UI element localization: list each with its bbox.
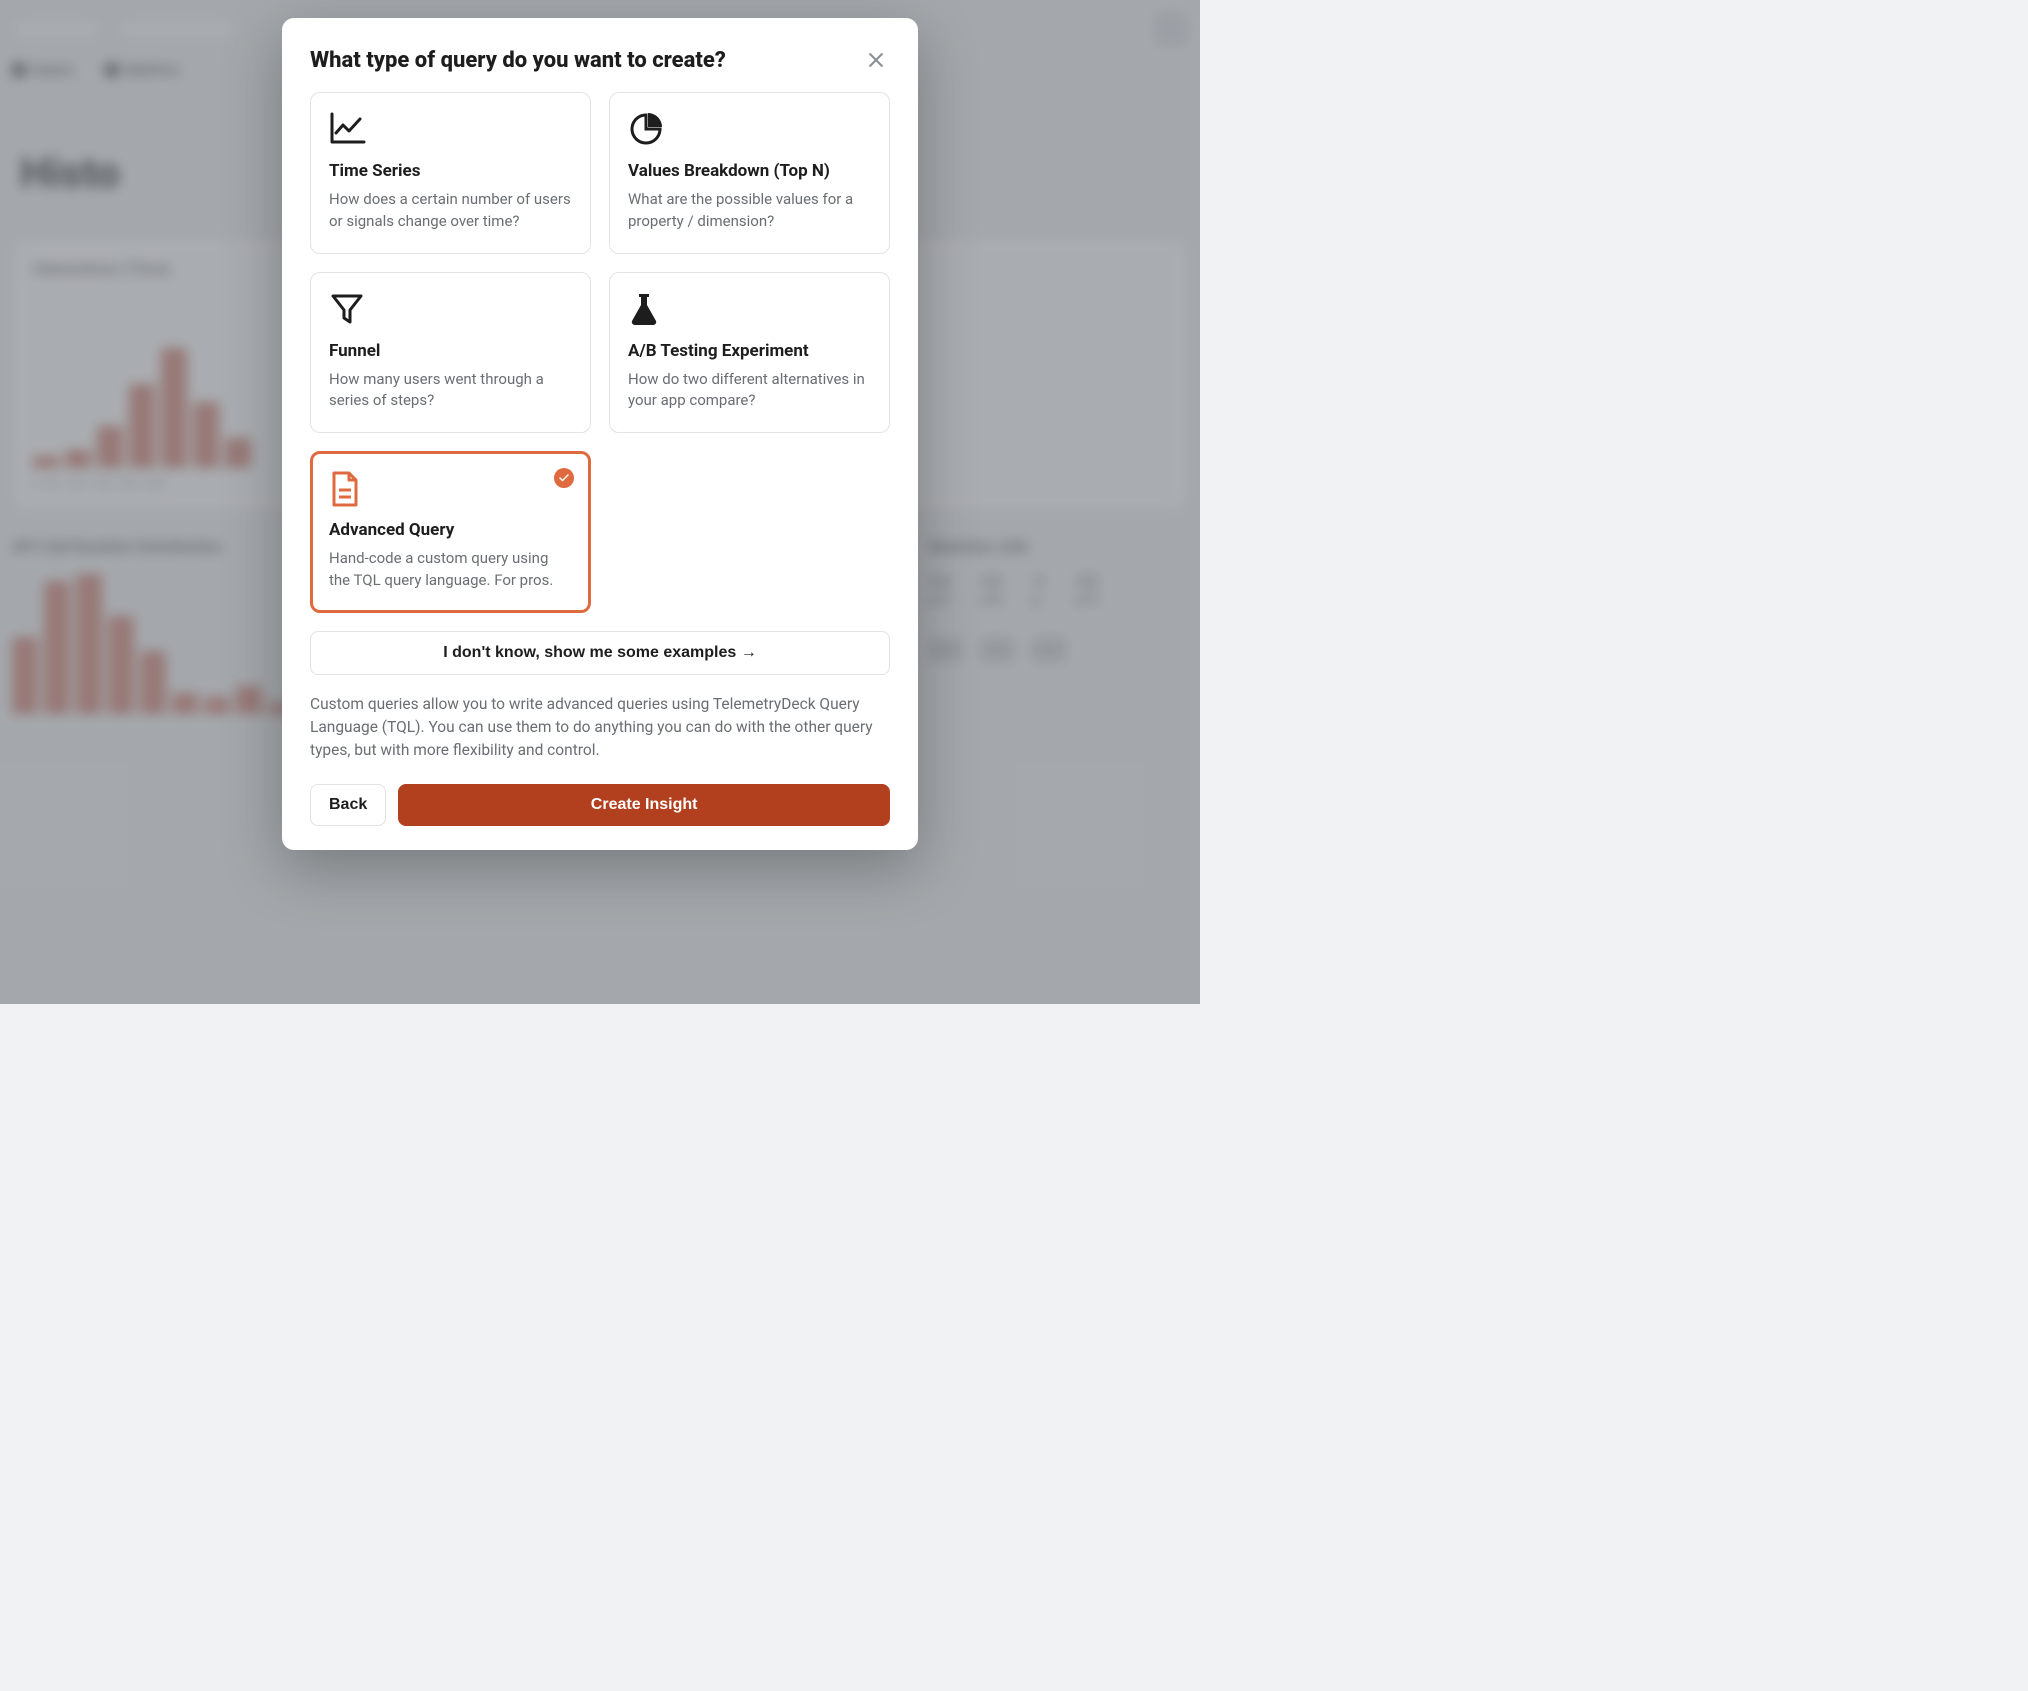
- option-ab-testing[interactable]: A/B Testing Experiment How do two differ…: [609, 272, 890, 434]
- create-insight-button[interactable]: Create Insight: [398, 784, 890, 826]
- option-desc: How does a certain number of users or si…: [329, 189, 572, 233]
- query-type-options: Time Series How does a certain number of…: [310, 92, 890, 613]
- option-title: A/B Testing Experiment: [628, 341, 871, 361]
- option-desc: Hand-code a custom query using the TQL q…: [329, 548, 572, 592]
- close-button[interactable]: [862, 46, 890, 74]
- selection-explanation: Custom queries allow you to write advanc…: [310, 693, 890, 763]
- show-examples-button[interactable]: I don't know, show me some examples →: [310, 631, 890, 675]
- option-title: Funnel: [329, 341, 572, 361]
- selected-check-icon: [554, 468, 574, 488]
- flask-icon: [628, 291, 871, 329]
- modal-overlay: What type of query do you want to create…: [0, 0, 1200, 1004]
- close-icon: [866, 50, 886, 70]
- option-advanced-query[interactable]: Advanced Query Hand-code a custom query …: [310, 451, 591, 613]
- option-desc: How many users went through a series of …: [329, 369, 572, 413]
- modal-title: What type of query do you want to create…: [310, 48, 726, 73]
- create-query-modal: What type of query do you want to create…: [282, 18, 918, 850]
- option-funnel[interactable]: Funnel How many users went through a ser…: [310, 272, 591, 434]
- back-button[interactable]: Back: [310, 784, 386, 826]
- option-desc: What are the possible values for a prope…: [628, 189, 871, 233]
- funnel-icon: [329, 291, 572, 329]
- line-chart-icon: [329, 111, 572, 149]
- option-desc: How do two different alternatives in you…: [628, 369, 871, 413]
- document-icon: [329, 470, 572, 508]
- option-time-series[interactable]: Time Series How does a certain number of…: [310, 92, 591, 254]
- option-values-breakdown[interactable]: Values Breakdown (Top N) What are the po…: [609, 92, 890, 254]
- option-title: Values Breakdown (Top N): [628, 161, 871, 181]
- modal-footer: Back Create Insight: [310, 784, 890, 826]
- option-title: Time Series: [329, 161, 572, 181]
- option-title: Advanced Query: [329, 520, 572, 540]
- pie-chart-icon: [628, 111, 871, 149]
